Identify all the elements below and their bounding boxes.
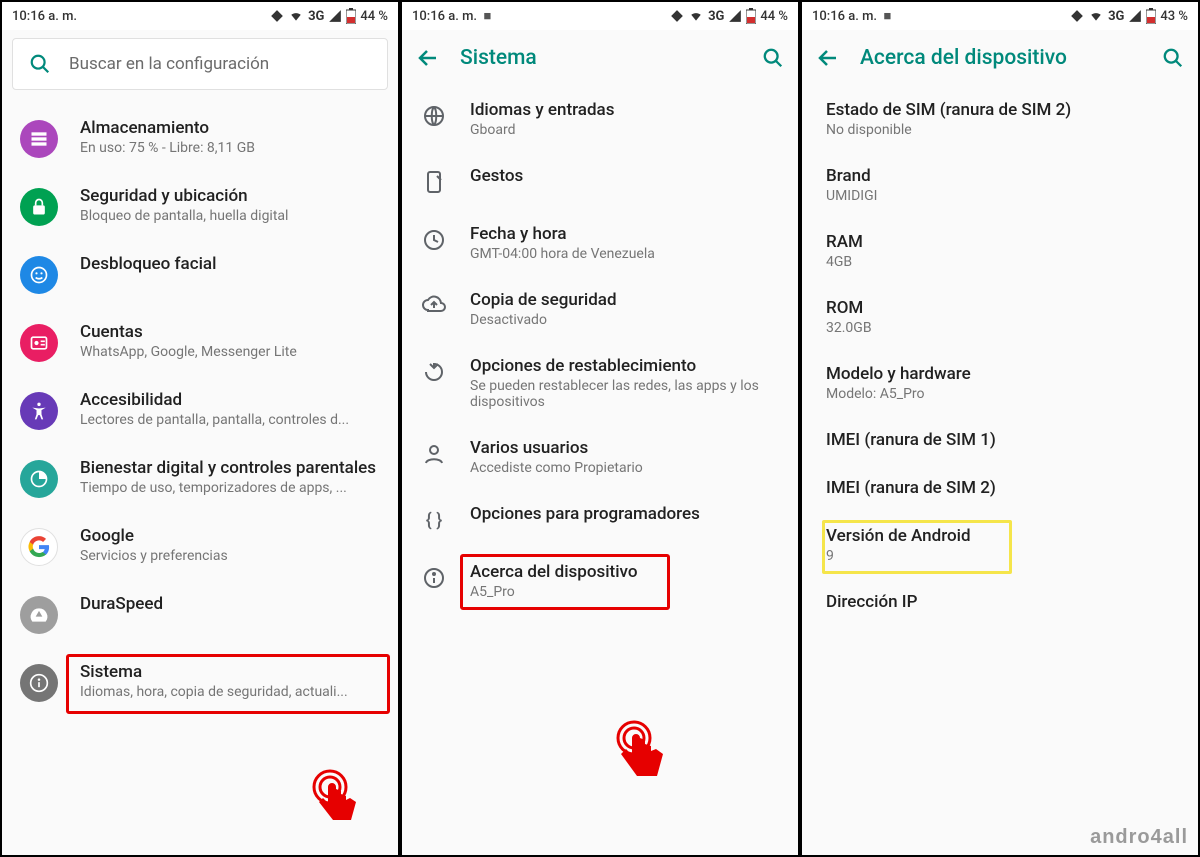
battery-label: 44 %	[360, 9, 388, 24]
settings-item-face-unlock[interactable]: Desbloqueo facial	[2, 240, 398, 308]
arrow-back-icon	[816, 46, 840, 70]
about-item-ram[interactable]: RAM4GB	[808, 218, 1198, 284]
wellbeing-icon	[29, 469, 49, 489]
status-time: 10:16 a. m.	[412, 9, 477, 24]
gesture-icon	[422, 170, 446, 194]
about-item-rom[interactable]: ROM32.0GB	[808, 284, 1198, 350]
settings-search-box[interactable]: Buscar en la configuración	[12, 38, 388, 90]
status-time: 10:16 a. m.	[12, 9, 77, 24]
about-item-model[interactable]: Modelo y hardwareModelo: A5_Pro	[808, 350, 1198, 416]
appbar-title: Acerca del dispositivo	[860, 46, 1142, 70]
app-bar: Sistema	[402, 30, 798, 86]
battery-label: 44 %	[760, 9, 788, 24]
arrow-back-icon	[416, 46, 440, 70]
nfc-icon	[270, 9, 284, 23]
status-bar: 10:16 a. m. 3G 44 %	[2, 2, 398, 30]
info-icon	[29, 673, 49, 693]
user-icon	[422, 442, 446, 466]
nfc-icon	[670, 9, 684, 23]
reset-icon	[422, 360, 446, 384]
braces-icon: { }	[426, 510, 442, 531]
globe-icon	[422, 104, 446, 128]
wifi-icon	[1088, 9, 1104, 23]
info-icon	[422, 566, 446, 590]
network-label: 3G	[708, 9, 724, 24]
phone-panel-3: 10:16 a. m. ■ 3G 43 % Acerca del disposi…	[800, 0, 1200, 857]
battery-icon	[1146, 8, 1156, 24]
phone-panel-2: 10:16 a. m. ■ 3G 44 % Sistema Idiomas y …	[400, 0, 800, 857]
settings-item-accounts[interactable]: CuentasWhatsApp, Google, Messenger Lite	[2, 308, 398, 376]
signal-icon	[728, 9, 742, 23]
backup-icon	[422, 294, 446, 318]
settings-item-wellbeing[interactable]: Bienestar digital y controles parentales…	[2, 444, 398, 512]
status-bar: 10:16 a. m. ■ 3G 43 %	[802, 2, 1198, 30]
network-label: 3G	[308, 9, 324, 24]
search-icon	[1162, 47, 1184, 69]
status-extra-icon: ■	[483, 9, 491, 24]
wifi-icon	[288, 9, 304, 23]
system-item-users[interactable]: Varios usuariosAccediste como Propietari…	[402, 424, 798, 490]
signal-icon	[1128, 9, 1142, 23]
settings-item-security[interactable]: Seguridad y ubicaciónBloqueo de pantalla…	[2, 172, 398, 240]
face-icon	[29, 265, 49, 285]
appbar-title: Sistema	[460, 46, 742, 70]
network-label: 3G	[1108, 9, 1124, 24]
app-bar: Acerca del dispositivo	[802, 30, 1198, 86]
search-icon	[762, 47, 784, 69]
system-list: Idiomas y entradasGboard Gestos Fecha y …	[402, 86, 798, 855]
signal-icon	[328, 9, 342, 23]
system-item-about[interactable]: Acerca del dispositivoA5_Pro	[402, 548, 798, 614]
nfc-icon	[1070, 9, 1084, 23]
search-button[interactable]	[1162, 47, 1184, 69]
accessibility-icon	[29, 401, 49, 421]
status-time: 10:16 a. m.	[812, 9, 877, 24]
settings-item-storage[interactable]: AlmacenamientoEn uso: 75 % - Libre: 8,11…	[2, 104, 398, 172]
about-item-android-version[interactable]: Versión de Android9	[808, 512, 1198, 578]
phone-panel-1: 10:16 a. m. 3G 44 % Buscar en la configu…	[0, 0, 400, 857]
lock-icon	[29, 197, 49, 217]
search-button[interactable]	[762, 47, 784, 69]
system-item-reset[interactable]: Opciones de restablecimientoSe pueden re…	[402, 342, 798, 424]
about-item-sim-status[interactable]: Estado de SIM (ranura de SIM 2)No dispon…	[808, 86, 1198, 152]
settings-item-google[interactable]: GoogleServicios y preferencias	[2, 512, 398, 580]
battery-icon	[346, 8, 356, 24]
about-item-imei2[interactable]: IMEI (ranura de SIM 2)	[808, 464, 1198, 512]
search-placeholder: Buscar en la configuración	[69, 54, 269, 74]
system-item-developer[interactable]: { } Opciones para programadores	[402, 490, 798, 548]
status-bar: 10:16 a. m. ■ 3G 44 %	[402, 2, 798, 30]
battery-icon	[746, 8, 756, 24]
clock-icon	[422, 228, 446, 252]
back-button[interactable]	[416, 46, 440, 70]
account-icon	[29, 333, 49, 353]
about-item-ip[interactable]: Dirección IP	[808, 578, 1198, 626]
battery-label: 43 %	[1160, 9, 1188, 24]
speed-icon	[29, 605, 49, 625]
settings-list: AlmacenamientoEn uso: 75 % - Libre: 8,11…	[2, 104, 398, 855]
storage-icon	[29, 129, 49, 149]
back-button[interactable]	[816, 46, 840, 70]
about-list: Estado de SIM (ranura de SIM 2)No dispon…	[802, 86, 1198, 855]
about-item-imei1[interactable]: IMEI (ranura de SIM 1)	[808, 416, 1198, 464]
settings-item-system[interactable]: SistemaIdiomas, hora, copia de seguridad…	[2, 648, 398, 716]
google-icon	[28, 536, 50, 558]
system-item-gestures[interactable]: Gestos	[402, 152, 798, 210]
system-item-datetime[interactable]: Fecha y horaGMT-04:00 hora de Venezuela	[402, 210, 798, 276]
watermark: andro4all	[1090, 826, 1188, 849]
system-item-backup[interactable]: Copia de seguridadDesactivado	[402, 276, 798, 342]
about-item-brand[interactable]: BrandUMIDIGI	[808, 152, 1198, 218]
search-icon	[29, 53, 51, 75]
wifi-icon	[688, 9, 704, 23]
settings-item-accessibility[interactable]: AccesibilidadLectores de pantalla, panta…	[2, 376, 398, 444]
status-extra-icon: ■	[883, 9, 891, 24]
settings-item-duraspeed[interactable]: DuraSpeed	[2, 580, 398, 648]
system-item-languages[interactable]: Idiomas y entradasGboard	[402, 86, 798, 152]
